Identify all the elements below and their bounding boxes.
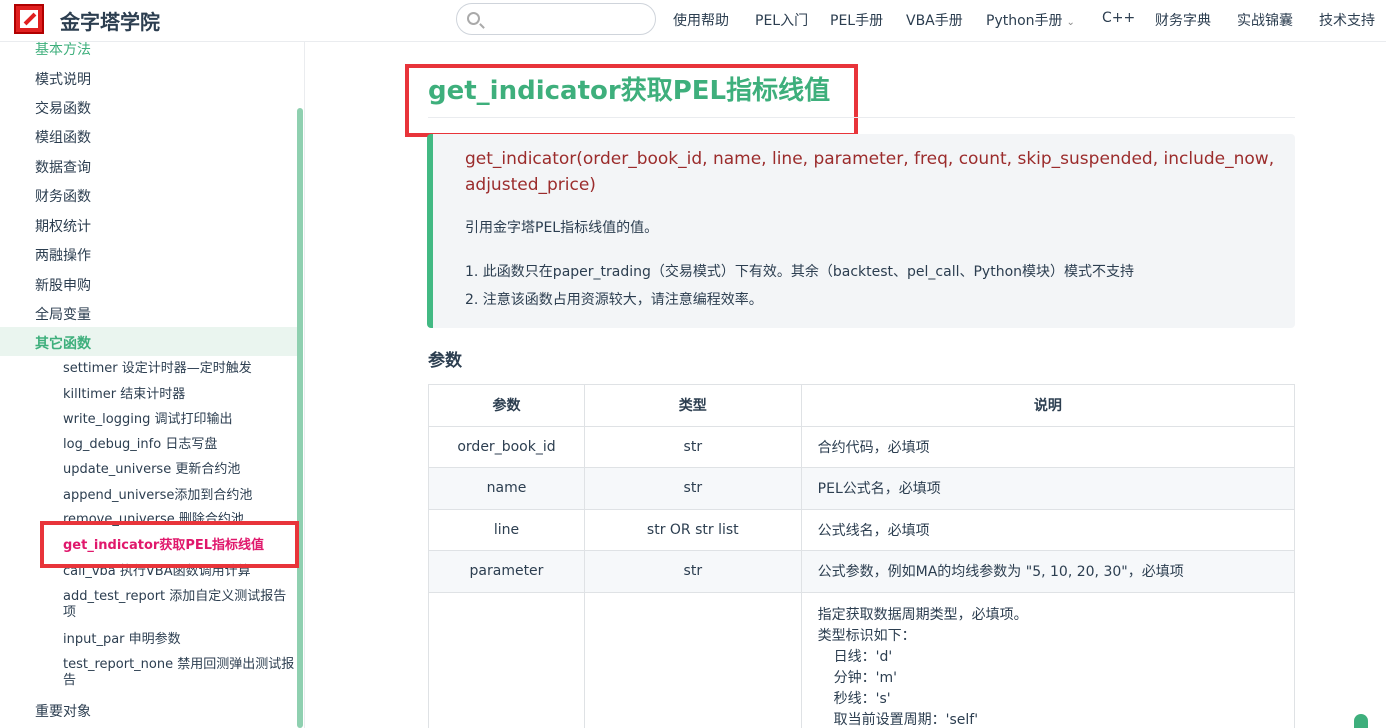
sidebar-item-other-functions[interactable]: 其它函数 (35, 333, 91, 353)
nav-item-pel-manual[interactable]: PEL手册 (830, 10, 883, 30)
freq-line: 日线：'d' (833, 648, 893, 665)
sidebar-item-trading[interactable]: 交易函数 (35, 98, 91, 118)
table-cell: 公式线名，必填项 (800, 508, 1296, 551)
sidebar-item-finance[interactable]: 财务函数 (35, 186, 91, 206)
table-header-row: 参数 类型 说明 (428, 384, 1296, 427)
sidebar-item-options[interactable]: 期权统计 (35, 216, 91, 236)
table-cell: PEL公式名，必填项 (800, 467, 1296, 510)
table-cell: str (583, 550, 802, 593)
sidebar-sub-item[interactable]: write_logging 调试打印输出 (63, 412, 299, 428)
sidebar-item-margin[interactable]: 两融操作 (35, 245, 91, 265)
table-header: 参数 (428, 384, 585, 427)
table-row: order_book_id str 合约代码，必填项 (428, 425, 1296, 468)
nav-item-support[interactable]: 技术支持 (1319, 10, 1375, 30)
table-row: parameter str 公式参数，例如MA的均线参数为 "5, 10, 20… (428, 550, 1296, 593)
site-logo-icon[interactable] (14, 4, 44, 34)
freq-line: 指定获取数据周期类型，必填项。 (817, 606, 1028, 623)
top-navbar: 金字塔学院 使用帮助 PEL入门 PEL手册 VBA手册 Python手册 ⌄ C… (0, 0, 1386, 42)
table-cell (428, 591, 585, 728)
freq-line: 秒线：'s' (833, 690, 891, 707)
sidebar-sub-item[interactable]: log_debug_info 日志写盘 (63, 437, 299, 453)
nav-item-cpp[interactable]: C++ (1102, 10, 1135, 26)
search-input[interactable] (456, 3, 656, 35)
sidebar-sub-item[interactable]: append_universe添加到合约池 (63, 488, 299, 504)
nav-item-python-label: Python手册 (986, 13, 1063, 29)
table-row: 指定获取数据周期类型，必填项。 类型标识如下： 日线：'d' 分钟：'m' 秒线… (428, 591, 1296, 728)
table-row: line str OR str list 公式线名，必填项 (428, 508, 1296, 551)
table-header: 说明 (800, 384, 1296, 427)
highlight-box-sidebar (40, 521, 299, 568)
sidebar-item-modes[interactable]: 模式说明 (35, 69, 91, 89)
back-to-top-icon[interactable] (1354, 714, 1368, 728)
sidebar-item-important-objects[interactable]: 重要对象 (35, 701, 91, 721)
function-description: 引用金字塔PEL指标线值的值。 (465, 220, 659, 236)
table-cell: str OR str list (583, 508, 802, 551)
nav-item-vba-manual[interactable]: VBA手册 (906, 10, 963, 30)
freq-line: 类型标识如下： (817, 627, 916, 644)
table-cell: 合约代码，必填项 (800, 425, 1296, 468)
table-cell (583, 591, 802, 728)
sidebar-sub-item[interactable]: settimer 设定计时器—定时触发 (63, 361, 299, 377)
table-cell: order_book_id (428, 425, 585, 468)
sidebar-sub-item[interactable]: killtimer 结束计时器 (63, 387, 299, 403)
freq-line: 分钟：'m' (833, 669, 897, 686)
sidebar-item-module[interactable]: 模组函数 (35, 127, 91, 147)
sidebar-sub-item[interactable]: input_par 申明参数 (63, 632, 299, 648)
site-title[interactable]: 金字塔学院 (60, 6, 160, 35)
sidebar-item-ipo[interactable]: 新股申购 (35, 275, 91, 295)
params-heading: 参数 (428, 351, 462, 371)
sidebar-sub-item[interactable]: test_report_none 禁用回测弹出测试报告 (63, 657, 299, 689)
nav-item-python-manual[interactable]: Python手册 ⌄ (986, 10, 1075, 30)
chevron-down-icon: ⌄ (1066, 17, 1075, 28)
note-item: 1. 此函数只在paper_trading（交易模式）下有效。其余（backte… (465, 264, 1135, 280)
table-cell: name (428, 467, 585, 510)
sidebar: 基本方法 模式说明 交易函数 模组函数 数据查询 财务函数 期权统计 两融操作 … (0, 42, 305, 728)
table-header: 类型 (583, 384, 802, 427)
nav-item-help[interactable]: 使用帮助 (673, 10, 729, 30)
table-cell: parameter (428, 550, 585, 593)
sidebar-item-basic-methods[interactable]: 基本方法 (35, 42, 91, 59)
table-cell: str (583, 425, 802, 468)
nav-item-finance-dict[interactable]: 财务字典 (1155, 10, 1211, 30)
sidebar-item-data-query[interactable]: 数据查询 (35, 157, 91, 177)
title-divider (428, 117, 1295, 118)
sidebar-item-global-vars[interactable]: 全局变量 (35, 304, 91, 324)
nav-item-tips[interactable]: 实战锦囊 (1237, 10, 1293, 30)
table-cell: 公式参数，例如MA的均线参数为 "5, 10, 20, 30"，必填项 (800, 550, 1296, 593)
table-row: name str PEL公式名，必填项 (428, 467, 1296, 510)
sidebar-sub-item[interactable]: add_test_report 添加自定义测试报告项 (63, 589, 299, 621)
search-icon (467, 12, 480, 25)
table-cell: line (428, 508, 585, 551)
params-table: 参数 类型 说明 order_book_id str 合约代码，必填项 name… (428, 384, 1296, 728)
note-item: 2. 注意该函数占用资源较大，请注意编程效率。 (465, 292, 763, 308)
function-signature-box: get_indicator(order_book_id, name, line,… (427, 134, 1295, 328)
freq-line: 取当前设置周期：'self' (833, 711, 979, 728)
nav-item-pel-intro[interactable]: PEL入门 (755, 10, 808, 30)
sidebar-sub-item[interactable]: update_universe 更新合约池 (63, 462, 299, 478)
table-cell: 指定获取数据周期类型，必填项。 类型标识如下： 日线：'d' 分钟：'m' 秒线… (800, 591, 1296, 728)
table-cell: str (583, 467, 802, 510)
function-signature: get_indicator(order_book_id, name, line,… (465, 149, 1275, 195)
page-title: get_indicator获取PEL指标线值 (428, 76, 831, 106)
